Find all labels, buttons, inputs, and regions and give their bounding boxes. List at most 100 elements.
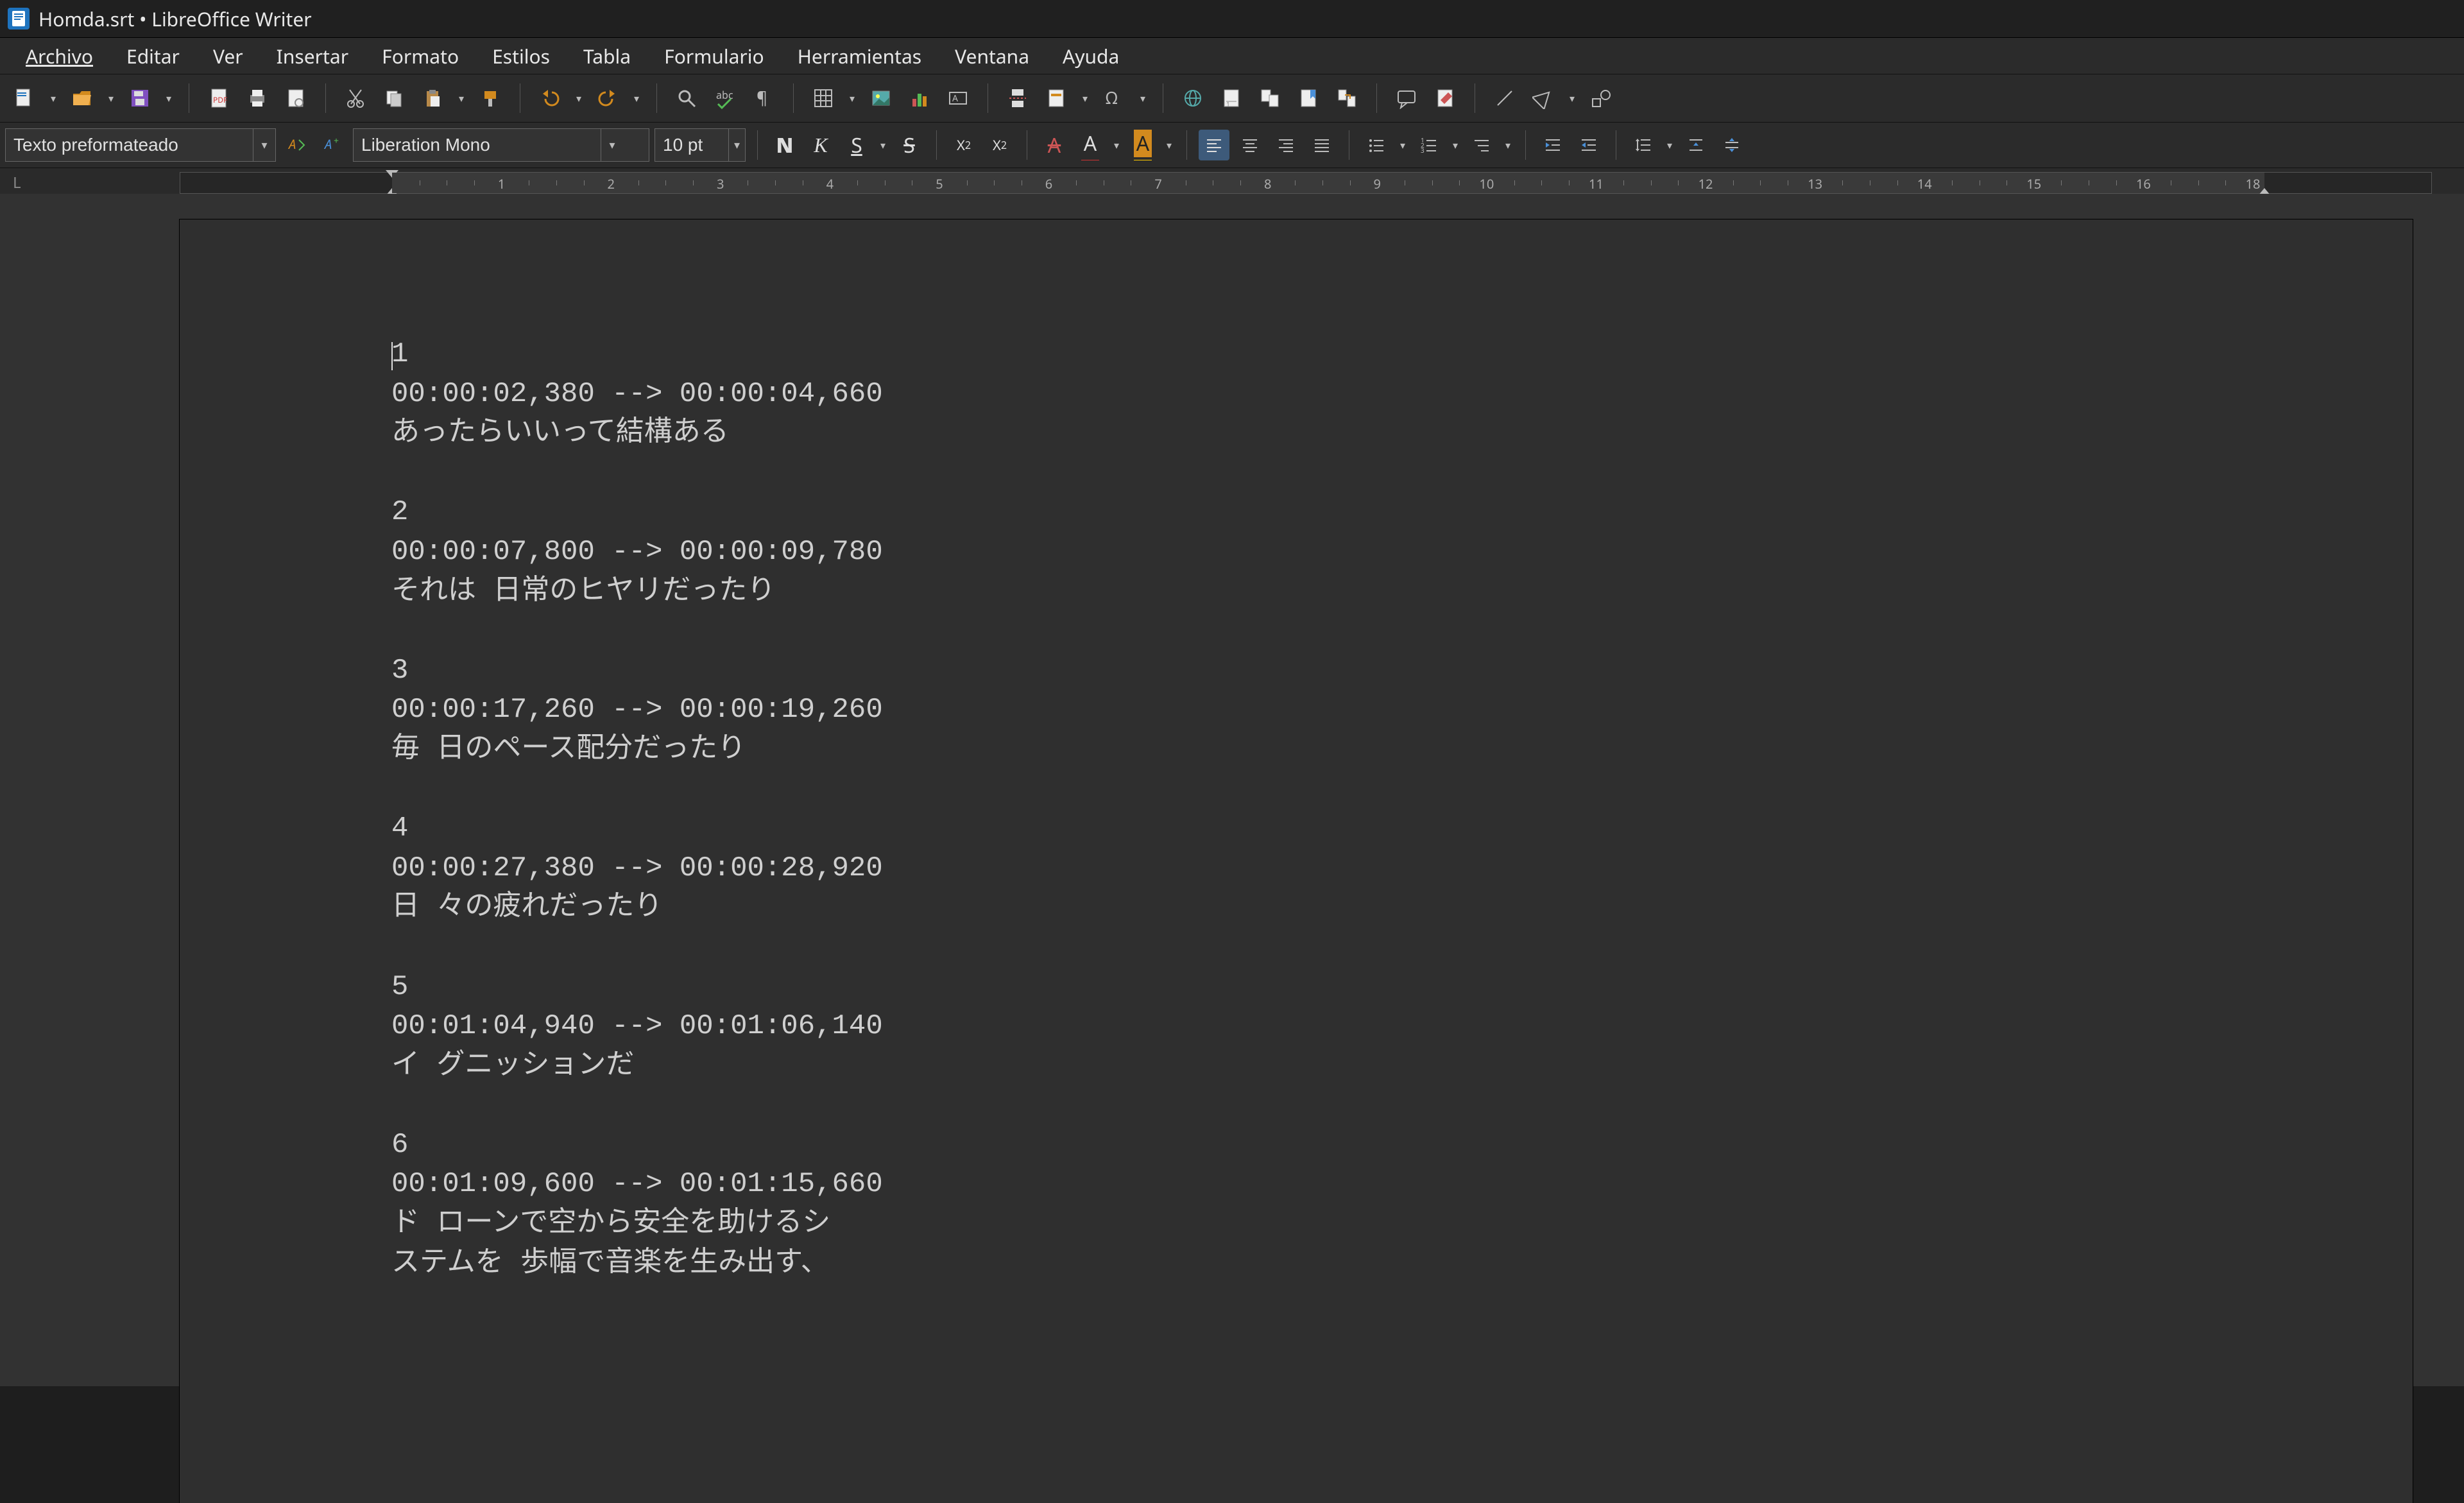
unordered-list-button[interactable] [1361,130,1392,160]
ruler-body[interactable]: 1234567891011121314151618 [392,173,2264,193]
insert-hyperlink-button[interactable] [1177,83,1208,114]
underline-dropdown[interactable]: ▾ [877,138,889,152]
redo-button[interactable] [592,83,623,114]
insert-symbol-dropdown[interactable]: ▾ [1137,91,1149,105]
print-button[interactable] [242,83,273,114]
export-pdf-button[interactable]: PDF [203,83,234,114]
font-color-dropdown[interactable]: ▾ [1111,138,1122,152]
menu-archivo[interactable]: Archivo [9,39,110,73]
font-name-input[interactable] [354,129,601,161]
find-replace-button[interactable] [671,83,702,114]
superscript-button[interactable]: X2 [948,130,979,160]
increase-indent-button[interactable] [1537,130,1568,160]
undo-button[interactable] [535,83,565,114]
menu-herramientas[interactable]: Herramientas [781,39,938,73]
insert-footnote-button[interactable]: 1 [1216,83,1247,114]
insert-line-button[interactable] [1489,83,1520,114]
menu-ventana[interactable]: Ventana [938,39,1046,73]
paragraph-style-input[interactable] [6,129,253,161]
align-right-button[interactable] [1270,130,1301,160]
menu-insertar[interactable]: Insertar [260,39,365,73]
track-changes-button[interactable] [1430,83,1460,114]
page[interactable]: 1 00:00:02,380 --> 00:00:04,660 あったらいいって… [180,219,2413,1503]
spellcheck-button[interactable]: abc [710,83,740,114]
page-text-content[interactable]: 1 00:00:02,380 --> 00:00:04,660 あったらいいって… [391,335,883,1323]
insert-bookmark-button[interactable] [1293,83,1324,114]
menu-ayuda[interactable]: Ayuda [1046,39,1136,73]
basic-shapes-button[interactable] [1528,83,1559,114]
menu-formulario[interactable]: Formulario [647,39,781,73]
insert-chart-button[interactable] [904,83,935,114]
font-name-combo[interactable]: ▾ [353,128,649,162]
insert-field-dropdown[interactable]: ▾ [1079,91,1091,105]
font-name-dropdown[interactable]: ▾ [601,129,623,161]
show-draw-functions-button[interactable] [1586,83,1616,114]
decrease-para-spacing-button[interactable] [1716,130,1747,160]
highlight-button[interactable]: A [1127,130,1158,160]
insert-table-dropdown[interactable]: ▾ [846,91,858,105]
ordered-list-dropdown[interactable]: ▾ [1450,138,1461,152]
font-size-input[interactable] [655,129,728,161]
basic-shapes-dropdown[interactable]: ▾ [1566,91,1578,105]
insert-image-button[interactable] [866,83,896,114]
paste-button[interactable] [417,83,448,114]
menu-formato[interactable]: Formato [365,39,475,73]
insert-pagebreak-button[interactable] [1002,83,1033,114]
underline-button[interactable]: S [841,130,872,160]
cut-button[interactable] [340,83,371,114]
undo-dropdown[interactable]: ▾ [573,91,585,105]
paragraph-style-dropdown[interactable]: ▾ [253,129,275,161]
align-center-button[interactable] [1235,130,1265,160]
subscript-button[interactable]: X2 [984,130,1015,160]
outline-list-button[interactable] [1466,130,1497,160]
redo-dropdown[interactable]: ▾ [631,91,642,105]
insert-field-button[interactable] [1041,83,1072,114]
line-spacing-button[interactable] [1628,130,1659,160]
unordered-list-dropdown[interactable]: ▾ [1397,138,1408,152]
document-area[interactable]: 1 00:00:02,380 --> 00:00:04,660 あったらいいって… [0,194,2464,1386]
ordered-list-button[interactable]: 123 [1414,130,1444,160]
paste-dropdown[interactable]: ▾ [456,91,467,105]
new-doc-button[interactable] [9,83,40,114]
svg-text:Ω: Ω [1106,87,1118,109]
decrease-indent-button[interactable] [1573,130,1604,160]
strikethrough-button[interactable]: S [894,130,925,160]
ruler-left-margin [180,173,392,193]
highlight-dropdown[interactable]: ▾ [1163,138,1175,152]
align-left-button[interactable] [1199,130,1229,160]
align-justify-button[interactable] [1306,130,1337,160]
menu-tabla[interactable]: Tabla [567,39,647,73]
copy-button[interactable] [379,83,409,114]
menu-estilos[interactable]: Estilos [475,39,567,73]
insert-crossref-button[interactable] [1331,83,1362,114]
formatting-marks-button[interactable]: ¶ [748,83,779,114]
insert-symbol-button[interactable]: Ω [1099,83,1129,114]
svg-text:1: 1 [1226,99,1230,108]
new-style-button[interactable]: A+ [317,130,348,160]
menu-editar[interactable]: Editar [110,39,196,73]
open-dropdown[interactable]: ▾ [105,91,117,105]
insert-comment-button[interactable] [1391,83,1422,114]
paragraph-style-combo[interactable]: ▾ [5,128,276,162]
italic-button[interactable]: K [805,130,836,160]
outline-list-dropdown[interactable]: ▾ [1502,138,1514,152]
save-dropdown[interactable]: ▾ [163,91,175,105]
insert-textbox-button[interactable]: A [943,83,973,114]
print-preview-button[interactable] [280,83,311,114]
line-spacing-dropdown[interactable]: ▾ [1664,138,1675,152]
horizontal-ruler[interactable]: 1234567891011121314151618 [180,172,2432,194]
open-button[interactable] [67,83,98,114]
insert-endnote-button[interactable] [1254,83,1285,114]
update-style-button[interactable]: A [281,130,312,160]
font-size-dropdown[interactable]: ▾ [728,129,745,161]
save-button[interactable] [124,83,155,114]
bold-button[interactable]: N [769,130,800,160]
new-doc-dropdown[interactable]: ▾ [47,91,59,105]
font-color-button[interactable]: A [1075,130,1106,160]
insert-table-button[interactable] [808,83,839,114]
clear-formatting-button[interactable]: A [1039,130,1070,160]
clone-formatting-button[interactable] [475,83,506,114]
increase-para-spacing-button[interactable] [1681,130,1711,160]
font-size-combo[interactable]: ▾ [654,128,746,162]
menu-ver[interactable]: Ver [196,39,260,73]
